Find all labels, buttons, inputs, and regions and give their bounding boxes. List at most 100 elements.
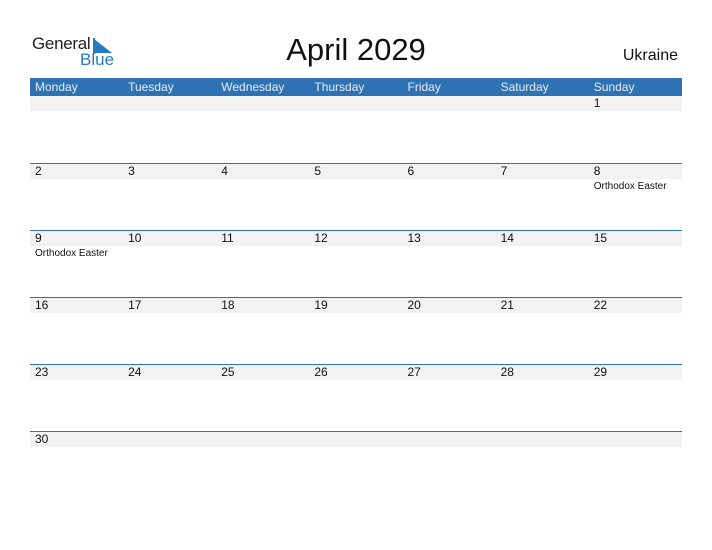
day-number: 25 bbox=[221, 365, 235, 379]
day-number: 24 bbox=[128, 365, 142, 379]
day-cell: 28 bbox=[496, 365, 589, 380]
day-cell: 3 bbox=[123, 164, 216, 192]
day-number: 27 bbox=[407, 365, 421, 379]
week-cells: 1 bbox=[30, 96, 682, 111]
weekday-tuesday: Tuesday bbox=[128, 80, 174, 94]
day-number: 11 bbox=[221, 231, 234, 245]
day-cell: 24 bbox=[123, 365, 216, 380]
day-cell: 12 bbox=[309, 231, 402, 259]
weekday-thursday: Thursday bbox=[314, 80, 365, 94]
day-number bbox=[221, 432, 309, 447]
day-number: 23 bbox=[35, 365, 49, 379]
day-number bbox=[221, 96, 309, 111]
day-number: 26 bbox=[314, 365, 328, 379]
holiday-label: Orthodox Easter bbox=[593, 181, 667, 192]
day-cell bbox=[403, 432, 496, 447]
day-number: 22 bbox=[593, 298, 608, 312]
day-number bbox=[501, 96, 589, 111]
day-number: 4 bbox=[221, 164, 228, 178]
day-number bbox=[408, 96, 496, 111]
day-number: 21 bbox=[500, 298, 514, 312]
weekday-saturday: Saturday bbox=[500, 80, 549, 94]
day-cell bbox=[403, 96, 496, 111]
week-row: 23 24 25 26 27 28 29 bbox=[30, 364, 682, 431]
day-number: 8 bbox=[593, 164, 601, 178]
day-number bbox=[35, 96, 123, 111]
day-number: 20 bbox=[407, 298, 421, 312]
week-cells: 30 bbox=[30, 432, 682, 447]
day-cell: 14 bbox=[496, 231, 589, 259]
day-cell bbox=[123, 96, 216, 111]
day-number: 30 bbox=[35, 432, 49, 446]
day-cell bbox=[30, 96, 123, 111]
week-row: 16 17 18 19 20 21 22 bbox=[30, 297, 682, 364]
day-cell: 25 bbox=[216, 365, 309, 380]
day-number: 6 bbox=[407, 164, 415, 178]
day-cell: 1 bbox=[589, 96, 682, 111]
page-title: April 2029 bbox=[286, 32, 426, 67]
day-number: 7 bbox=[500, 164, 508, 178]
day-number bbox=[408, 432, 496, 447]
week-cells: 9 Orthodox Easter 10 11 12 13 14 15 bbox=[30, 231, 682, 259]
day-cell: 15 bbox=[589, 231, 682, 259]
day-number: 18 bbox=[221, 298, 235, 312]
day-number: 12 bbox=[314, 231, 328, 245]
day-number: 15 bbox=[593, 231, 608, 245]
day-cell bbox=[216, 96, 309, 111]
holiday-label: Orthodox Easter bbox=[35, 248, 108, 259]
weekday-sunday: Sunday bbox=[593, 80, 635, 94]
day-cell: 20 bbox=[403, 298, 496, 313]
day-cell bbox=[589, 432, 682, 447]
day-cell: 18 bbox=[216, 298, 309, 313]
week-row: 1 bbox=[30, 96, 682, 163]
day-cell: 17 bbox=[123, 298, 216, 313]
day-number bbox=[594, 432, 682, 447]
week-row: 2 3 4 5 6 7 8 Orthodox Easter bbox=[30, 163, 682, 230]
day-number: 3 bbox=[128, 164, 135, 178]
day-cell bbox=[309, 432, 402, 447]
day-number bbox=[314, 432, 402, 447]
day-number: 14 bbox=[500, 231, 514, 245]
weekday-friday: Friday bbox=[407, 80, 441, 94]
day-number bbox=[314, 96, 402, 111]
day-number: 2 bbox=[35, 164, 42, 178]
day-cell: 23 bbox=[30, 365, 123, 380]
day-cell bbox=[309, 96, 402, 111]
day-cell: 21 bbox=[496, 298, 589, 313]
day-number bbox=[501, 432, 589, 447]
country-label: Ukraine bbox=[622, 47, 678, 64]
week-row: 30 bbox=[30, 431, 682, 498]
day-number: 13 bbox=[407, 231, 421, 245]
day-cell: 22 bbox=[589, 298, 682, 313]
day-number bbox=[128, 96, 216, 111]
day-cell: 30 bbox=[30, 432, 123, 447]
day-cell: 11 bbox=[216, 231, 309, 259]
day-cell bbox=[496, 96, 589, 111]
weeks-container: 1 2 3 4 5 6 7 8 Orthodox Easter 9 Orthodox Easter 1… bbox=[30, 96, 682, 498]
day-number: 28 bbox=[500, 365, 514, 379]
day-number: 29 bbox=[593, 365, 608, 379]
day-number bbox=[128, 432, 216, 447]
day-number: 9 bbox=[35, 231, 42, 245]
day-cell: 16 bbox=[30, 298, 123, 313]
day-cell: 19 bbox=[309, 298, 402, 313]
day-number: 5 bbox=[314, 164, 322, 178]
day-number: 17 bbox=[128, 298, 142, 312]
day-cell: 10 bbox=[123, 231, 216, 259]
weekday-header: Monday Tuesday Wednesday Thursday Friday… bbox=[30, 78, 682, 96]
weekday-wednesday: Wednesday bbox=[221, 80, 285, 94]
day-cell: 9 Orthodox Easter bbox=[30, 231, 123, 259]
day-cell: 6 bbox=[403, 164, 496, 192]
week-cells: 16 17 18 19 20 21 22 bbox=[30, 298, 682, 313]
day-number: 16 bbox=[35, 298, 49, 312]
weekday-monday: Monday bbox=[35, 80, 78, 94]
calendar-grid: Monday Tuesday Wednesday Thursday Friday… bbox=[30, 78, 682, 498]
day-cell: 5 bbox=[309, 164, 402, 192]
day-cell bbox=[123, 432, 216, 447]
week-cells: 2 3 4 5 6 7 8 Orthodox Easter bbox=[30, 164, 682, 192]
day-cell: 7 bbox=[496, 164, 589, 192]
day-cell: 13 bbox=[403, 231, 496, 259]
day-number: 1 bbox=[593, 96, 601, 110]
day-number: 19 bbox=[314, 298, 328, 312]
week-row: 9 Orthodox Easter 10 11 12 13 14 15 bbox=[30, 230, 682, 297]
